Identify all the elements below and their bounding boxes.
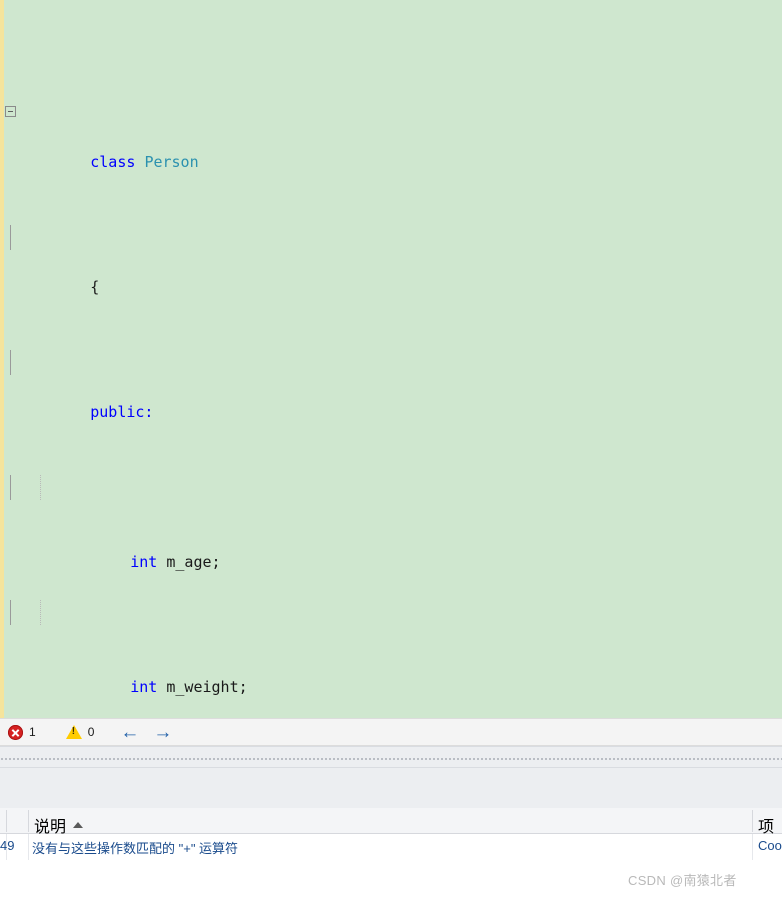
error-description-cell: 没有与这些操作数匹配的 "+" 运算符 (32, 841, 239, 856)
token-identifier: m_age; (166, 553, 221, 571)
error-list-toolbar: 错误 1 警告 0 消息 0 ✕ 生成 + IntelliSense (0, 768, 782, 808)
indent-guide (40, 600, 41, 625)
error-code-cell: 49 (0, 838, 15, 853)
fold-guide (10, 225, 11, 250)
column-separator[interactable] (752, 810, 753, 832)
panel-splitter-grip[interactable] (0, 756, 782, 762)
fold-guide (10, 600, 11, 625)
collapse-box-icon[interactable] (5, 106, 16, 117)
error-navigation-bar: 1 0 ← → (0, 718, 782, 746)
error-count-label: 1 (29, 725, 36, 739)
next-error-button[interactable]: → (153, 723, 172, 742)
indent-guide (40, 475, 41, 500)
token-keyword: public: (90, 403, 154, 421)
panel-divider-top (0, 746, 782, 747)
table-row[interactable]: 49 没有与这些操作数匹配的 "+" 运算符 Coo (0, 834, 782, 860)
error-circle-icon (8, 724, 23, 740)
code-line[interactable]: int m_weight; (0, 600, 782, 696)
token-keyword: int (130, 553, 158, 571)
error-list-header (0, 808, 782, 834)
code-line[interactable]: public: (0, 350, 782, 421)
sort-ascending-icon (73, 822, 84, 828)
warning-count-label: 0 (87, 725, 95, 739)
error-project-cell: Coo (758, 838, 782, 853)
code-line[interactable]: { (0, 225, 782, 296)
token-keyword: class (90, 153, 136, 171)
code-line[interactable]: class Person (0, 100, 782, 171)
fold-guide (10, 475, 11, 500)
fold-guide (10, 350, 11, 375)
token-identifier: m_weight; (166, 678, 248, 696)
column-separator[interactable] (6, 810, 7, 832)
token-brace: { (90, 278, 100, 296)
csdn-watermark: CSDN @南猿北者 (628, 873, 737, 888)
code-editor[interactable]: class Person { public: int m_age; int m_… (0, 0, 782, 718)
error-count-indicator[interactable]: 1 (8, 724, 36, 740)
token-type: Person (144, 153, 199, 171)
previous-error-button[interactable]: ← (120, 723, 139, 742)
code-text-area[interactable]: class Person { public: int m_age; int m_… (0, 0, 782, 718)
column-separator[interactable] (28, 810, 29, 832)
row-cell-separator (28, 834, 29, 860)
visual-studio-window: class Person { public: int m_age; int m_… (0, 0, 782, 898)
row-cell-separator (752, 834, 753, 860)
warning-count-indicator[interactable]: 0 (65, 725, 95, 739)
token-keyword: int (130, 678, 158, 696)
warning-triangle-icon (65, 725, 82, 739)
code-line[interactable]: int m_age; (0, 475, 782, 571)
